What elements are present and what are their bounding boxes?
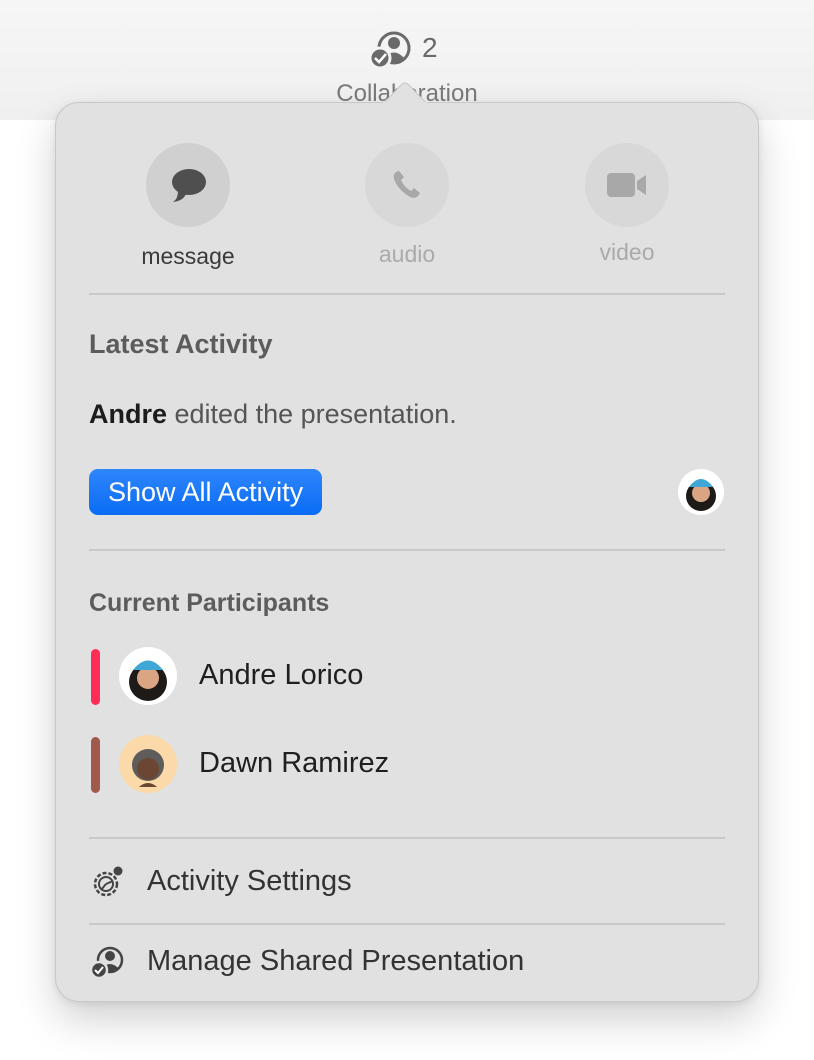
activity-settings-label: Activity Settings [147,865,352,897]
audio-label: audio [378,241,436,267]
video-button[interactable]: video [562,143,692,266]
divider [89,549,725,551]
message-label: message [141,243,235,269]
latest-activity-title: Latest Activity [89,329,273,359]
participant-count: 2 [422,32,438,63]
andre-memoji-avatar [678,469,724,515]
participant-row[interactable]: Dawn Ramirez [89,735,725,795]
participant-row[interactable]: Andre Lorico [89,647,725,707]
communication-row: message audio video [56,143,758,273]
message-bubble-icon [172,169,206,202]
participant-name: Andre Lorico [199,659,364,691]
activity-settings-gear-icon [93,866,123,897]
phone-icon [393,171,420,198]
collaboration-person-check-icon [368,31,411,70]
video-camera-icon [607,173,646,197]
current-participants-title: Current Participants [89,589,330,617]
manage-shared-presentation-menu-item[interactable]: Manage Shared Presentation [89,937,725,987]
show-all-activity-button[interactable]: Show All Activity [89,469,323,515]
andre-memoji-avatar [119,647,177,705]
participant-name: Dawn Ramirez [199,747,390,779]
divider [89,837,725,839]
audio-button[interactable]: audio [342,143,472,268]
activity-settings-menu-item[interactable]: Activity Settings [89,857,725,907]
divider [89,293,725,295]
manage-shared-label: Manage Shared Presentation [147,945,525,977]
dawn-memoji-avatar [119,735,177,793]
popover-arrow [383,82,427,104]
activity-actor: Andre [89,399,168,429]
collaboration-popover: message audio video Latest Activity Andr… [55,102,759,1002]
video-label: video [599,239,655,265]
participant-color-indicator [91,737,100,793]
participant-color-indicator [91,649,100,705]
manage-shared-icon [89,946,124,980]
latest-activity-text: Andre edited the presentation. [89,399,457,430]
message-button[interactable]: message [123,143,253,270]
activity-description: edited the presentation. [167,399,457,429]
divider [89,923,725,925]
